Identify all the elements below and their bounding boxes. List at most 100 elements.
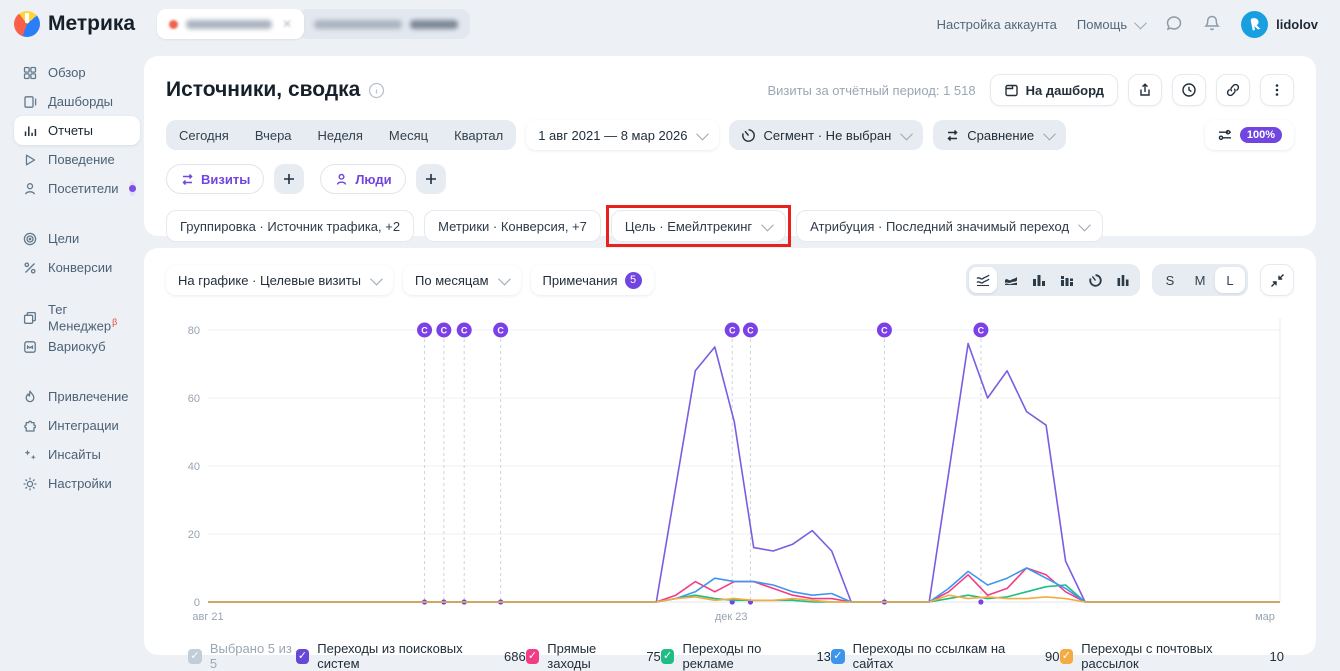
play-icon <box>25 154 36 165</box>
date-range-picker[interactable]: 1 авг 2021 — 8 мар 2026 <box>526 120 720 150</box>
chart-stacked-area-icon[interactable] <box>997 267 1025 293</box>
sidebar-item-insights[interactable]: Инсайты <box>14 440 140 469</box>
chart-bar-icon[interactable] <box>1025 267 1053 293</box>
sidebar-item-reports[interactable]: Отчеты <box>14 116 140 145</box>
size-l[interactable]: L <box>1215 267 1245 293</box>
metric-visits-chip[interactable]: Визиты <box>166 164 265 194</box>
add-people-metric-button[interactable] <box>415 164 446 194</box>
to-dashboard-button[interactable]: На дашборд <box>989 74 1118 106</box>
size-s[interactable]: S <box>1155 267 1185 293</box>
counter-tabs: ✕ <box>157 9 471 39</box>
metric-people-chip[interactable]: Люди <box>320 164 406 194</box>
cube-icon <box>24 340 36 353</box>
legend-item[interactable]: ✓ Прямые заходы 75 <box>525 641 661 671</box>
chart-card: На графике · Целевые визиты По месяцам П… <box>144 248 1316 671</box>
grouping-dropdown[interactable]: Группировка · Источник трафика, +2 <box>166 210 415 242</box>
username[interactable]: lidolov <box>1276 17 1318 32</box>
chevron-down-icon <box>1078 218 1091 231</box>
preset-month[interactable]: Месяц <box>376 128 441 143</box>
legend-item[interactable]: ✓ Переходы по рекламе 13 <box>660 641 831 671</box>
sidebar-item-acquisition[interactable]: Привлечение <box>14 382 140 411</box>
checkbox-icon[interactable]: ✓ <box>525 648 540 664</box>
legend-label: Переходы по ссылкам на сайтах <box>852 641 1006 671</box>
topbar: Метрика ✕ Настройка аккаунта Помощь lido… <box>0 0 1340 48</box>
size-m[interactable]: M <box>1185 267 1215 293</box>
chevron-down-icon <box>900 127 914 140</box>
preset-quarter[interactable]: Квартал <box>441 128 516 143</box>
feedback-icon[interactable] <box>1165 14 1183 35</box>
copy-link-button[interactable] <box>1216 74 1250 106</box>
visits-period-note: Визиты за отчётный период: 1 518 <box>767 82 976 98</box>
page-title: Источники, сводка <box>166 78 385 102</box>
sidebar-item-integrations[interactable]: Интеграции <box>14 411 140 440</box>
chevron-down-icon <box>497 272 511 285</box>
compare-arrows-icon <box>947 129 958 141</box>
new-indicator-badge <box>128 181 136 196</box>
flame-icon <box>25 390 35 402</box>
checkbox-icon[interactable]: ✓ <box>295 648 310 664</box>
preset-week[interactable]: Неделя <box>305 128 376 143</box>
preset-yesterday[interactable]: Вчера <box>242 128 305 143</box>
notes-count-badge: 5 <box>624 271 642 289</box>
sidebar-item-variocube[interactable]: Вариокуб <box>14 332 140 361</box>
close-icon[interactable]: ✕ <box>282 17 292 31</box>
legend-item[interactable]: ✓ Переходы по ссылкам на сайтах 90 <box>830 641 1060 671</box>
checkbox-icon[interactable]: ✓ <box>830 648 845 664</box>
counter-tab-active[interactable]: ✕ <box>157 9 305 39</box>
checkbox-icon[interactable]: ✓ <box>1059 648 1074 664</box>
chart-column-icon[interactable] <box>1109 267 1137 293</box>
metrica-logo[interactable]: Метрика <box>14 11 135 37</box>
goal-dropdown[interactable]: Цель · Емейлтрекинг <box>610 210 787 242</box>
sidebar: Обзор Дашборды Отчеты Поведение Посетите… <box>0 50 148 498</box>
account-settings-link[interactable]: Настройка аккаунта <box>937 17 1057 32</box>
legend-item[interactable]: ✓ Переходы с почтовых рассылок 10 <box>1059 641 1284 671</box>
checkbox-icon[interactable]: ✓ <box>188 648 202 664</box>
svg-text:0: 0 <box>194 597 200 609</box>
add-visits-metric-button[interactable] <box>274 164 305 194</box>
period-grouping-dropdown[interactable]: По месяцам <box>403 265 521 295</box>
checkbox-icon[interactable]: ✓ <box>660 648 675 664</box>
help-menu[interactable]: Помощь <box>1077 16 1147 32</box>
legend-label: Переходы из поисковых систем <box>317 641 463 671</box>
sampling-button[interactable]: 100% <box>1204 120 1294 150</box>
sidebar-item-overview[interactable]: Обзор <box>14 58 140 87</box>
metrics-dropdown[interactable]: Метрики · Конверсия, +7 <box>424 210 601 242</box>
series-line <box>208 342 1280 603</box>
svg-text:C: C <box>461 326 468 336</box>
notes-button[interactable]: Примечания 5 <box>530 265 654 295</box>
sidebar-item-conversions[interactable]: Конверсии <box>14 253 140 282</box>
preset-today[interactable]: Сегодня <box>166 128 242 143</box>
clock-icon <box>1182 83 1196 97</box>
target-icon <box>23 232 37 245</box>
attribution-dropdown[interactable]: Атрибуция · Последний значимый переход <box>796 210 1104 242</box>
compare-selector[interactable]: Сравнение <box>933 120 1067 150</box>
chart-pie-icon[interactable] <box>1081 267 1109 293</box>
sidebar-item-settings[interactable]: Настройки <box>14 469 140 498</box>
legend-item[interactable]: ✓ Переходы из поисковых систем 686 <box>295 641 526 671</box>
svg-text:20: 20 <box>188 529 200 541</box>
notifications-bell-icon[interactable] <box>1203 14 1221 35</box>
beta-badge: β <box>112 316 118 327</box>
user-avatar[interactable] <box>1241 10 1269 38</box>
more-menu-button[interactable] <box>1260 74 1294 106</box>
sidebar-item-visitors[interactable]: Посетители <box>14 174 140 203</box>
counter-tab-inactive[interactable] <box>298 9 471 39</box>
sidebar-item-behavior[interactable]: Поведение <box>14 145 140 174</box>
legend-select-all[interactable]: ✓ Выбрано 5 из 5 <box>188 641 296 671</box>
sidebar-item-goals[interactable]: Цели <box>14 224 140 253</box>
percent-icon <box>24 261 36 274</box>
export-button[interactable] <box>1128 74 1162 106</box>
on-chart-metric-dropdown[interactable]: На графике · Целевые визиты <box>166 265 394 295</box>
chart-stacked-bar-icon[interactable] <box>1053 267 1081 293</box>
svg-text:C: C <box>497 326 504 336</box>
segment-selector[interactable]: Сегмент · Не выбран <box>729 120 924 150</box>
chart-line-icon[interactable] <box>969 267 997 293</box>
puzzle-icon <box>24 420 36 432</box>
sidebar-item-tag-manager[interactable]: Тег Менеджерβ <box>14 302 140 333</box>
chevron-down-icon <box>1043 127 1056 140</box>
history-button[interactable] <box>1172 74 1206 106</box>
collapse-chart-button[interactable] <box>1260 264 1294 296</box>
info-icon[interactable] <box>368 82 385 99</box>
svg-text:C: C <box>421 326 428 336</box>
sidebar-item-dashboards[interactable]: Дашборды <box>14 87 140 116</box>
